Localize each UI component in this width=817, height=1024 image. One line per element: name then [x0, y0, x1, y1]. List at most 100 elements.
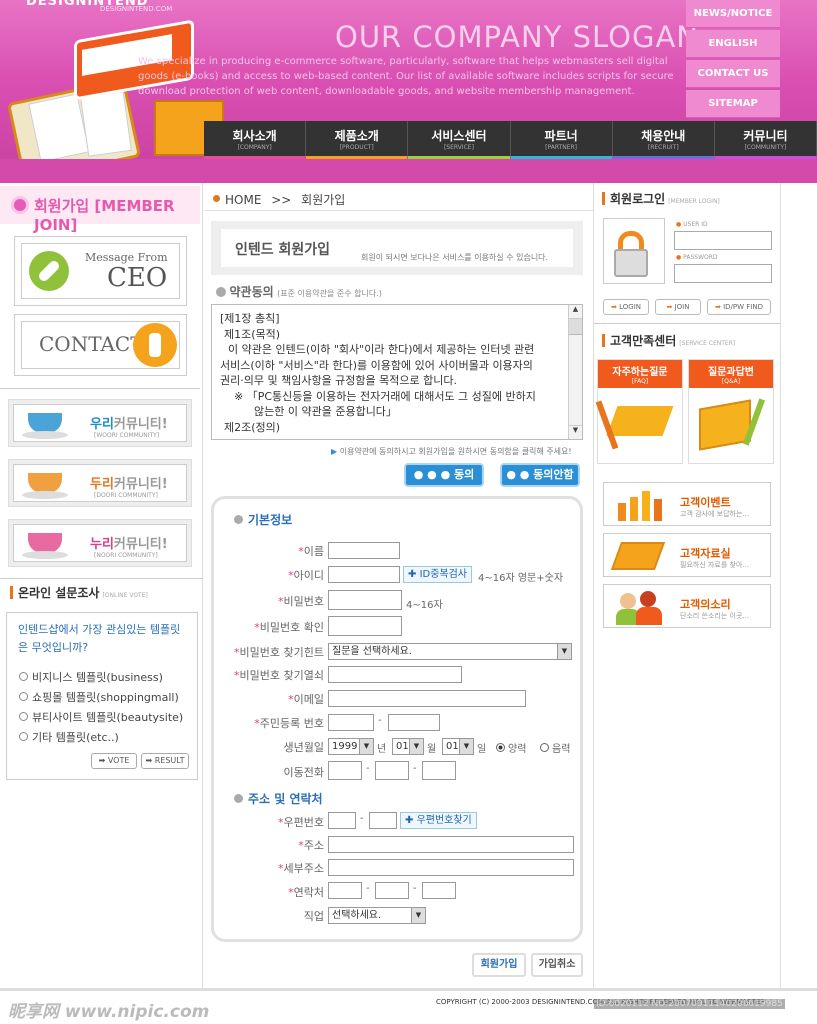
- disagree-button[interactable]: ● ● 동의안함: [500, 463, 580, 487]
- ssn-first-input[interactable]: [328, 714, 374, 731]
- bullet-icon: [213, 195, 220, 202]
- user-id-label: ● USER ID: [676, 221, 708, 228]
- people-icon: [616, 589, 666, 625]
- community-doori[interactable]: 두리커뮤니티! [DOORI COMMUNITY]: [8, 459, 192, 507]
- zip-1-input[interactable]: [328, 812, 356, 829]
- watermark-id: ID:6020112 NO:20070911140206619985: [594, 999, 785, 1009]
- birth-month-select[interactable]: 01 ▼: [392, 738, 424, 755]
- top-link-news[interactable]: NEWS/NOTICE: [686, 0, 780, 28]
- email-input[interactable]: [328, 690, 526, 707]
- customer-files-box[interactable]: 고객자료실 필요하신 자료를 찾아...: [603, 533, 771, 577]
- label-birth: 생년월일: [283, 741, 324, 754]
- birth-year-select[interactable]: 1999 ▼: [328, 738, 374, 755]
- customer-event-box[interactable]: 고객이벤트 고객 감사에 보답하는...: [603, 482, 771, 526]
- vote-question: 인텐드샵에서 가장 관심있는 템플릿은 무엇입니까?: [18, 623, 181, 654]
- job-select[interactable]: 선택하세요. ▼: [328, 907, 426, 924]
- terms-scrollbar[interactable]: ▲ ▼: [568, 305, 582, 439]
- header-band: [0, 159, 817, 183]
- password-hint-answer-input[interactable]: [328, 666, 462, 683]
- password-confirm-input[interactable]: [328, 616, 402, 636]
- watermark: 昵享网 www.nipic.com: [8, 1002, 210, 1022]
- label-password-confirm: *비밀번호 확인: [254, 621, 324, 634]
- id-input[interactable]: [328, 566, 400, 583]
- name-input[interactable]: [328, 542, 400, 559]
- signup-form: 기본정보 *이름 *아이디 ✚ ID중복검사 4~16자 영문+숫자 *비밀번호…: [211, 496, 583, 942]
- phone-1-input[interactable]: [328, 882, 362, 899]
- chevron-down-icon: ▼: [459, 739, 473, 754]
- divider: [594, 323, 780, 324]
- top-link-sitemap[interactable]: SITEMAP: [686, 90, 780, 118]
- agree-notice: ▶ 이용약관에 동의하시고 회원가입을 원하시면 동의함을 클릭해 주세요!: [331, 447, 572, 456]
- top-link-contact[interactable]: CONTACT US: [686, 60, 780, 88]
- vote-option[interactable]: 뷰티사이트 템플릿(beautysite): [19, 709, 183, 725]
- basic-info-heading: 기본정보: [234, 511, 292, 528]
- zip-2-input[interactable]: [369, 812, 397, 829]
- password-label: ● PASSWORD: [676, 254, 718, 261]
- nav-recruit[interactable]: 채용안내 [RECRUIT]: [612, 121, 715, 159]
- contact-banner[interactable]: CONTACT: [14, 314, 187, 376]
- nav-service[interactable]: 서비스센터 [SERVICE]: [408, 121, 511, 159]
- solar-radio[interactable]: 양력: [496, 740, 526, 755]
- site-logo-sub: DESIGNINTEND.COM: [100, 5, 173, 13]
- top-link-english[interactable]: ENGLISH: [686, 30, 780, 58]
- id-pw-find-button[interactable]: ➡ ID/PW FIND: [707, 299, 771, 315]
- label-password-hint-answer: *비밀번호 찾기열쇠: [234, 669, 324, 682]
- label-ssn: *주민등록 번호: [254, 717, 324, 730]
- password-login-input[interactable]: [674, 264, 772, 283]
- agree-button[interactable]: ● ● ● 동의: [404, 463, 484, 487]
- cup-icon: [22, 473, 68, 499]
- nav-community[interactable]: 커뮤니티 [COMMUNITY]: [714, 121, 817, 159]
- nav-product[interactable]: 제품소개 [PRODUCT]: [306, 121, 409, 159]
- community-woori[interactable]: 우리커뮤니티! [WOORI COMMUNITY]: [8, 399, 192, 447]
- mobile-1-input[interactable]: [328, 761, 362, 780]
- result-button[interactable]: ➡ RESULT: [141, 753, 189, 769]
- page-title-box: 인텐드 회원가입 회원이 되시면 보다나은 서비스를 이용하실 수 있습니다.: [211, 221, 583, 275]
- mobile-2-input[interactable]: [375, 761, 409, 780]
- faq-box[interactable]: 자주하는질문 [FAQ]: [595, 359, 683, 464]
- vote-box: 인텐드샵에서 가장 관심있는 템플릿은 무엇입니까? 비지니스 템플릿(busi…: [6, 612, 198, 780]
- chevron-down-icon: ▼: [411, 908, 425, 923]
- vote-option[interactable]: 기타 템플릿(etc..): [19, 729, 119, 745]
- join-small-button[interactable]: ➡ JOIN: [655, 299, 701, 315]
- nav-company[interactable]: 회사소개 [COMPANY]: [204, 121, 307, 159]
- lunar-radio[interactable]: 음력: [540, 740, 570, 755]
- cup-icon: [22, 413, 68, 439]
- bullet-icon: [11, 196, 29, 214]
- customer-voice-box[interactable]: 고객의소리 단소리 쓴소리는 이곳...: [603, 584, 771, 628]
- main-nav: 회사소개 [COMPANY] 제품소개 [PRODUCT] 서비스센터 [SERVIC…: [204, 121, 817, 159]
- community-noori[interactable]: 누리커뮤니티! [NOORI COMMUNITY]: [8, 519, 192, 567]
- user-id-input[interactable]: [674, 231, 772, 250]
- address-heading: 주소 및 연락처: [234, 790, 323, 807]
- login-button[interactable]: ➡ LOGIN: [603, 299, 649, 315]
- page-description: 회원이 되시면 보다나은 서비스를 이용하실 수 있습니다.: [361, 253, 549, 262]
- join-button[interactable]: 회원가입: [472, 953, 526, 977]
- vote-button[interactable]: ➡ VOTE: [91, 753, 137, 769]
- zip-search-button[interactable]: ✚ 우편번호찾기: [400, 812, 477, 829]
- footer: 昵享网 www.nipic.com COPYRIGHT (C) 2000-200…: [0, 988, 817, 1024]
- label-phone: *연락처: [288, 886, 324, 899]
- mobile-3-input[interactable]: [422, 761, 456, 780]
- bandage-icon: [29, 251, 69, 291]
- label-name: *이름: [298, 545, 324, 558]
- phone-2-input[interactable]: [375, 882, 409, 899]
- birth-day-select[interactable]: 01 ▼: [442, 738, 474, 755]
- vote-option[interactable]: 비지니스 템플릿(business): [19, 669, 163, 685]
- lock-icon: [603, 218, 665, 284]
- cancel-button[interactable]: 가입취소: [531, 953, 583, 977]
- id-check-button[interactable]: ✚ ID중복검사: [403, 566, 473, 583]
- terms-textarea[interactable]: [제1장 총칙] 제1조(목적) 이 약관은 인텐드(이하 "회사"이라 한다)…: [211, 304, 583, 440]
- qna-box[interactable]: 질문과답변 [Q&A]: [688, 359, 774, 464]
- phone-3-input[interactable]: [422, 882, 456, 899]
- member-login-title: 회원로그인 [MEMBER LOGIN]: [602, 190, 720, 207]
- breadcrumb: HOME >> 회원가입: [213, 191, 345, 208]
- address-detail-input[interactable]: [328, 859, 574, 876]
- label-job: 직업: [303, 910, 324, 923]
- password-input[interactable]: [328, 590, 402, 610]
- terms-title: 약관동의 (표준 이용약관을 준수 합니다.): [216, 283, 382, 300]
- ceo-banner[interactable]: Message From CEO: [14, 236, 187, 306]
- ssn-second-input[interactable]: [388, 714, 440, 731]
- password-hint-select[interactable]: 질문을 선택하세요. ▼: [328, 643, 572, 660]
- nav-partner[interactable]: 파트너 [PARTNER]: [510, 121, 613, 159]
- address-input[interactable]: [328, 836, 574, 853]
- vote-option[interactable]: 쇼핑몰 템플릿(shoppingmall): [19, 689, 179, 705]
